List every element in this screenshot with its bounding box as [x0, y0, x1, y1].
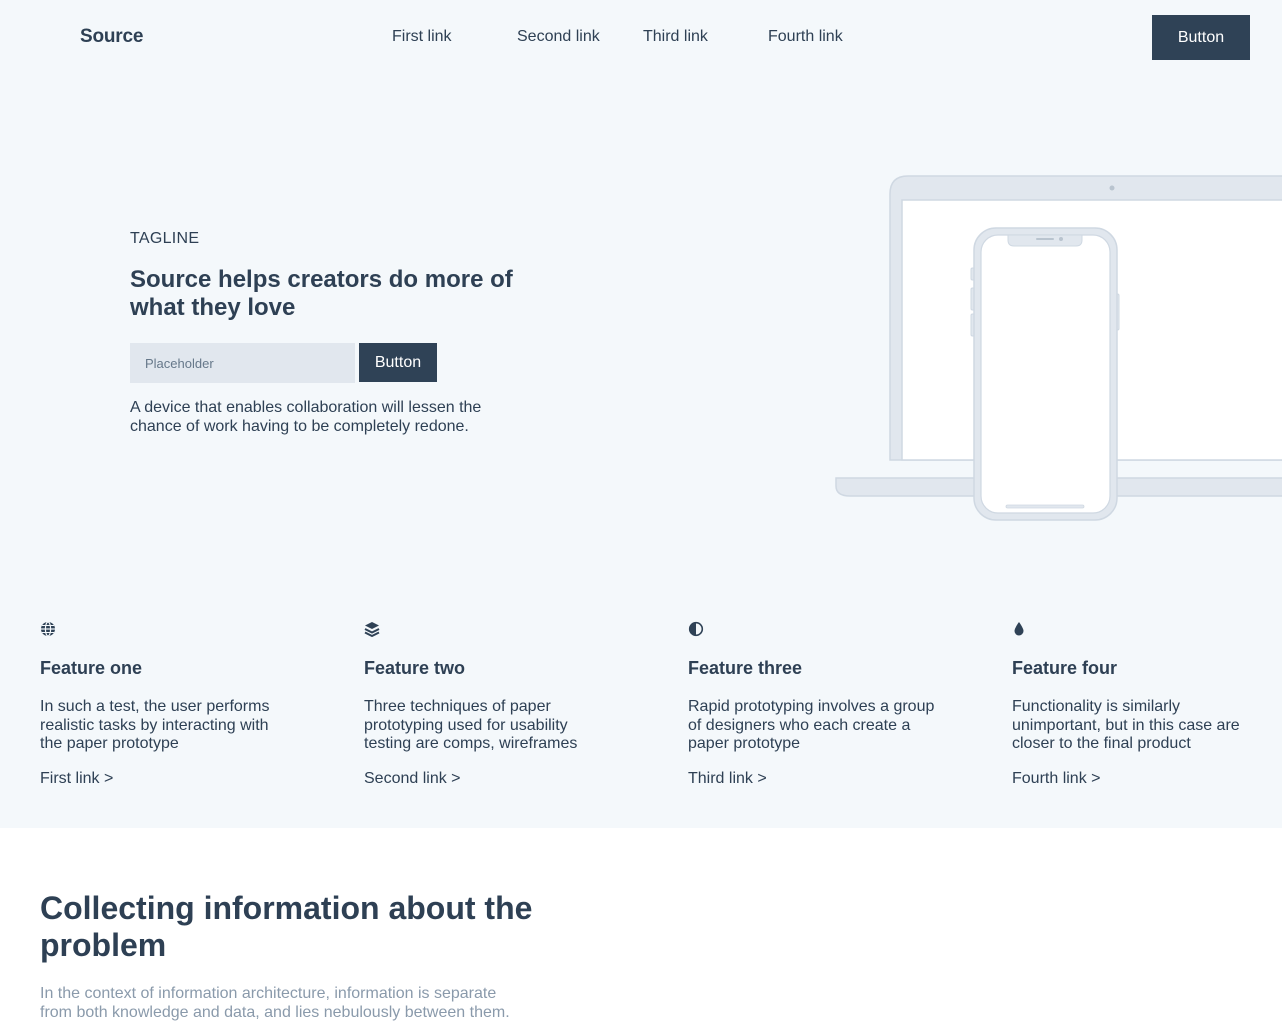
hero-tagline: TAGLINE: [130, 230, 200, 247]
layers-icon: [364, 622, 380, 637]
feature-title: Feature three: [688, 658, 803, 678]
hero-email-input[interactable]: [130, 343, 355, 383]
hero-submit-button[interactable]: Button: [359, 343, 437, 382]
nav-link-fourth[interactable]: Fourth link: [768, 28, 843, 46]
hero-description: A device that enables collaboration will…: [130, 399, 482, 435]
droplet-icon: [1014, 622, 1024, 636]
page: Source First link Second link Third link…: [0, 0, 1282, 1035]
feature-description: In such a test, the user performs realis…: [40, 698, 270, 752]
feature-link[interactable]: Fourth link >: [1012, 770, 1262, 788]
feature-link[interactable]: First link >: [40, 770, 290, 788]
phone-speaker: [1036, 238, 1054, 240]
feature-description: Rapid prototyping involves a group of de…: [688, 698, 935, 752]
contrast-icon: [688, 621, 704, 637]
feature-link[interactable]: Third link >: [688, 770, 938, 788]
feature-description: Functionality is similarly unimportant, …: [1012, 698, 1240, 752]
feature-card-4: Feature four Functionality is similarly …: [1012, 620, 1262, 788]
hero-title: Source helps creators do more of what th…: [130, 266, 513, 321]
devices-illustration: [835, 175, 1282, 521]
globe-icon: [41, 621, 55, 637]
laptop-camera: [1109, 185, 1115, 191]
brand-logo[interactable]: Source: [80, 26, 143, 48]
feature-link[interactable]: Second link >: [364, 770, 614, 788]
phone-screen: [980, 234, 1111, 514]
section-title: Collecting information about the problem: [40, 890, 533, 963]
feature-card-2: Feature two Three techniques of paper pr…: [364, 620, 614, 788]
info-section: Collecting information about the problem…: [0, 828, 1282, 1035]
feature-title: Feature four: [1012, 658, 1118, 678]
nav-link-third[interactable]: Third link: [643, 28, 708, 46]
phone-front-camera: [1059, 237, 1063, 241]
nav-link-second[interactable]: Second link: [517, 28, 600, 46]
nav-cta-button[interactable]: Button: [1152, 15, 1250, 60]
phone-home-indicator: [1005, 504, 1085, 509]
feature-description: Three techniques of paper prototyping us…: [364, 698, 578, 752]
feature-card-1: Feature one In such a test, the user per…: [40, 620, 290, 788]
feature-title: Feature one: [40, 658, 143, 678]
nav-link-first[interactable]: First link: [392, 28, 452, 46]
phone-notch: [1007, 234, 1083, 247]
section-description: In the context of information architectu…: [40, 985, 510, 1021]
feature-title: Feature two: [364, 658, 466, 678]
feature-card-3: Feature three Rapid prototyping involves…: [688, 620, 938, 788]
